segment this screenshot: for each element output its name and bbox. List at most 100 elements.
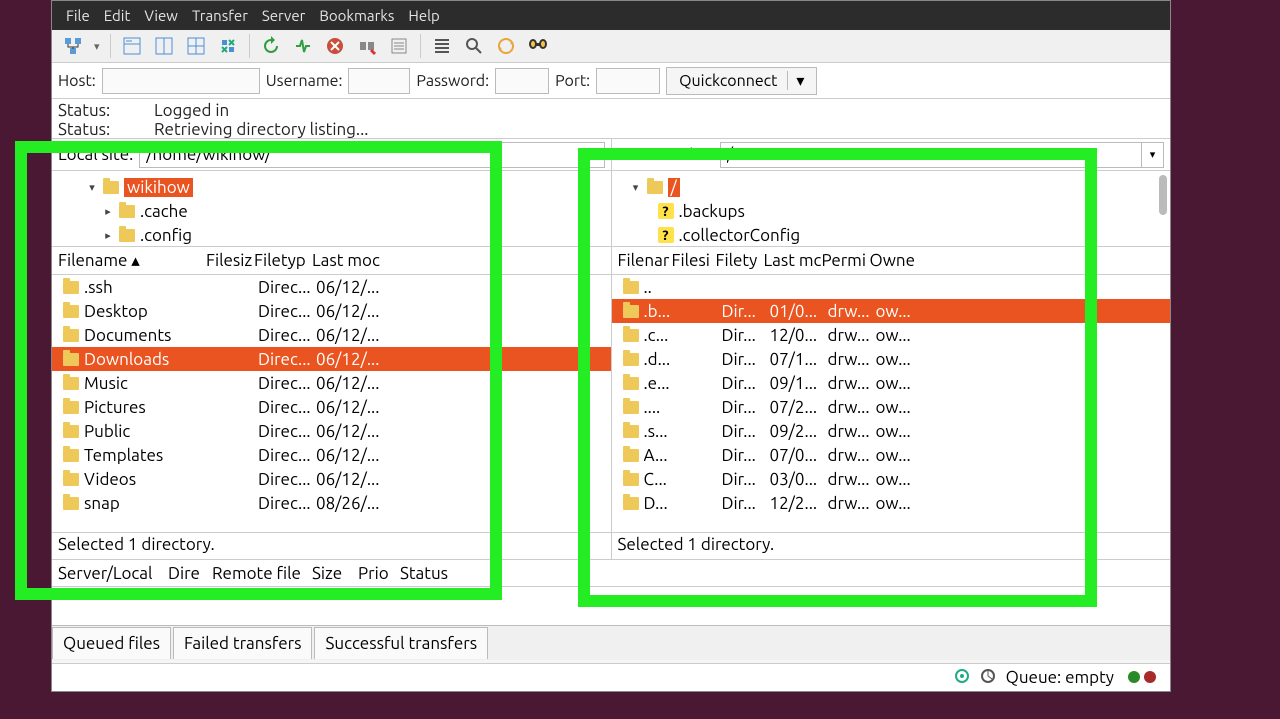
file-row[interactable]: .s... Dir... 09/2... drw... ow... — [612, 419, 1171, 443]
password-input[interactable] — [495, 68, 549, 94]
username-input[interactable] — [348, 68, 410, 94]
column-header[interactable]: Filename ▴ — [58, 251, 206, 271]
file-row[interactable]: Pictures Direc... 06/12/... — [52, 395, 611, 419]
queue-col[interactable]: Dire — [168, 564, 206, 583]
remote-site-label: Remote site: — [618, 145, 714, 164]
tree-node[interactable]: ▾wikihow — [60, 175, 603, 199]
menu-server[interactable]: Server — [262, 7, 305, 24]
local-filelist[interactable]: .ssh Direc... 06/12/... Desktop Direc...… — [52, 275, 611, 532]
tab-1[interactable]: Failed transfers — [173, 627, 312, 659]
queue-headers[interactable]: Server/Local Dire Remote file Size Prio Statu… — [52, 559, 1170, 587]
filezilla-window: FileEditViewTransferServerBookmarksHelp … — [51, 0, 1171, 692]
remote-pane: Remote site: ▾ ▾/?.backups?.collectorCon… — [612, 139, 1171, 559]
queue-col[interactable]: Prio — [358, 564, 394, 583]
menu-file[interactable]: File — [66, 7, 90, 24]
remote-filelist[interactable]: .. .b... Dir... 01/0... drw... ow... .c.… — [612, 275, 1171, 532]
file-row[interactable]: .e... Dir... 09/1... drw... ow... — [612, 371, 1171, 395]
column-header[interactable]: Last mc — [764, 251, 822, 270]
column-header[interactable]: Permi — [822, 251, 870, 270]
cancel-icon[interactable] — [324, 35, 346, 57]
column-header[interactable]: Last moc — [312, 251, 402, 270]
menu-edit[interactable]: Edit — [104, 7, 131, 24]
toggle-remote-tree-icon[interactable] — [185, 35, 207, 57]
queue-col[interactable]: Remote file — [212, 564, 306, 583]
column-header[interactable]: Filetyp — [254, 251, 312, 270]
file-row[interactable]: Music Direc... 06/12/... — [52, 371, 611, 395]
filter-icon[interactable] — [431, 35, 453, 57]
file-row[interactable]: .... Dir... 07/2... drw... ow... — [612, 395, 1171, 419]
queue-col[interactable]: Status — [400, 564, 460, 583]
file-row[interactable]: Downloads Direc... 06/12/... — [52, 347, 611, 371]
column-header[interactable]: Filesi — [672, 251, 716, 270]
local-status: Selected 1 directory. — [52, 532, 611, 559]
password-label: Password: — [416, 72, 489, 90]
column-header[interactable]: Filenar — [618, 251, 672, 270]
file-row[interactable]: Videos Direc... 06/12/... — [52, 467, 611, 491]
status-log: Status:Logged inStatus:Retrieving direct… — [52, 99, 1170, 139]
file-row[interactable]: Templates Direc... 06/12/... — [52, 443, 611, 467]
queue-col[interactable]: Size — [312, 564, 352, 583]
local-headers[interactable]: Filename ▴FilesizFiletypLast moc — [52, 247, 611, 275]
port-label: Port: — [555, 72, 590, 90]
tree-node[interactable]: ▸.config — [60, 223, 603, 247]
column-header[interactable]: Filety — [716, 251, 764, 270]
tree-node[interactable]: ?.collectorConfig — [620, 223, 1163, 247]
port-input[interactable] — [596, 68, 660, 94]
queue-col[interactable]: Server/Local — [58, 564, 162, 583]
file-row[interactable]: Public Direc... 06/12/... — [52, 419, 611, 443]
file-row[interactable]: Documents Direc... 06/12/... — [52, 323, 611, 347]
file-row[interactable]: .d... Dir... 07/1... drw... ow... — [612, 347, 1171, 371]
lock-icon[interactable] — [980, 668, 996, 688]
bottom-statusbar: Queue: empty — [52, 663, 1170, 691]
file-panels: Local site: ▾wikihow▸.cache▸.config File… — [52, 139, 1170, 559]
toolbar: ▾ — [52, 30, 1170, 63]
sitemanager-icon[interactable] — [62, 35, 84, 57]
remote-headers[interactable]: FilenarFilesiFiletyLast mcPermiOwne — [612, 247, 1171, 275]
sync-browse-icon[interactable] — [495, 35, 517, 57]
queue-list[interactable] — [52, 587, 1170, 625]
file-row[interactable]: .. — [612, 275, 1171, 299]
file-row[interactable]: D... Dir... 12/2... drw... ow... — [612, 491, 1171, 515]
compare-icon[interactable] — [463, 35, 485, 57]
local-pane: Local site: ▾wikihow▸.cache▸.config File… — [52, 139, 612, 559]
file-row[interactable]: .ssh Direc... 06/12/... — [52, 275, 611, 299]
tree-node[interactable]: ▾/ — [620, 175, 1163, 199]
file-row[interactable]: A... Dir... 07/0... drw... ow... — [612, 443, 1171, 467]
tab-2[interactable]: Successful transfers — [314, 627, 488, 659]
tab-0[interactable]: Queued files — [52, 627, 171, 659]
menu-transfer[interactable]: Transfer — [192, 7, 248, 24]
quickconnect-button[interactable]: Quickconnect▾ — [666, 67, 817, 95]
host-input[interactable] — [102, 68, 260, 94]
file-row[interactable]: .c... Dir... 12/0... drw... ow... — [612, 323, 1171, 347]
process-queue-icon[interactable] — [292, 35, 314, 57]
status-indicators — [1124, 668, 1156, 687]
disconnect-icon[interactable] — [356, 35, 378, 57]
search-icon[interactable] — [527, 35, 549, 57]
file-row[interactable]: Desktop Direc... 06/12/... — [52, 299, 611, 323]
toggle-local-tree-icon[interactable] — [153, 35, 175, 57]
column-header[interactable]: Owne — [870, 251, 918, 270]
toggle-log-icon[interactable] — [121, 35, 143, 57]
remote-status: Selected 1 directory. — [612, 532, 1171, 559]
reconnect-icon[interactable] — [388, 35, 410, 57]
remote-tree[interactable]: ▾/?.backups?.collectorConfig — [612, 171, 1171, 247]
menu-view[interactable]: View — [144, 7, 178, 24]
tree-node[interactable]: ▸.cache — [60, 199, 603, 223]
column-header[interactable]: Filesiz — [206, 251, 254, 270]
file-row[interactable]: C... Dir... 03/0... drw... ow... — [612, 467, 1171, 491]
file-row[interactable]: snap Direc... 08/26/... — [52, 491, 611, 515]
remote-site-input[interactable] — [720, 142, 1142, 168]
settings-icon[interactable] — [954, 668, 970, 688]
menu-help[interactable]: Help — [408, 7, 439, 24]
menu-bookmarks[interactable]: Bookmarks — [319, 7, 394, 24]
queue-status-text: Queue: empty — [1006, 668, 1114, 687]
username-label: Username: — [266, 72, 343, 90]
toggle-queue-icon[interactable] — [217, 35, 239, 57]
refresh-icon[interactable] — [260, 35, 282, 57]
file-row[interactable]: .b... Dir... 01/0... drw... ow... — [612, 299, 1171, 323]
tree-node[interactable]: ?.backups — [620, 199, 1163, 223]
transfer-tabs: Queued filesFailed transfersSuccessful t… — [52, 625, 1170, 660]
local-tree[interactable]: ▾wikihow▸.cache▸.config — [52, 171, 611, 247]
local-site-input[interactable] — [139, 142, 604, 168]
remote-site-dropdown[interactable]: ▾ — [1142, 142, 1164, 168]
